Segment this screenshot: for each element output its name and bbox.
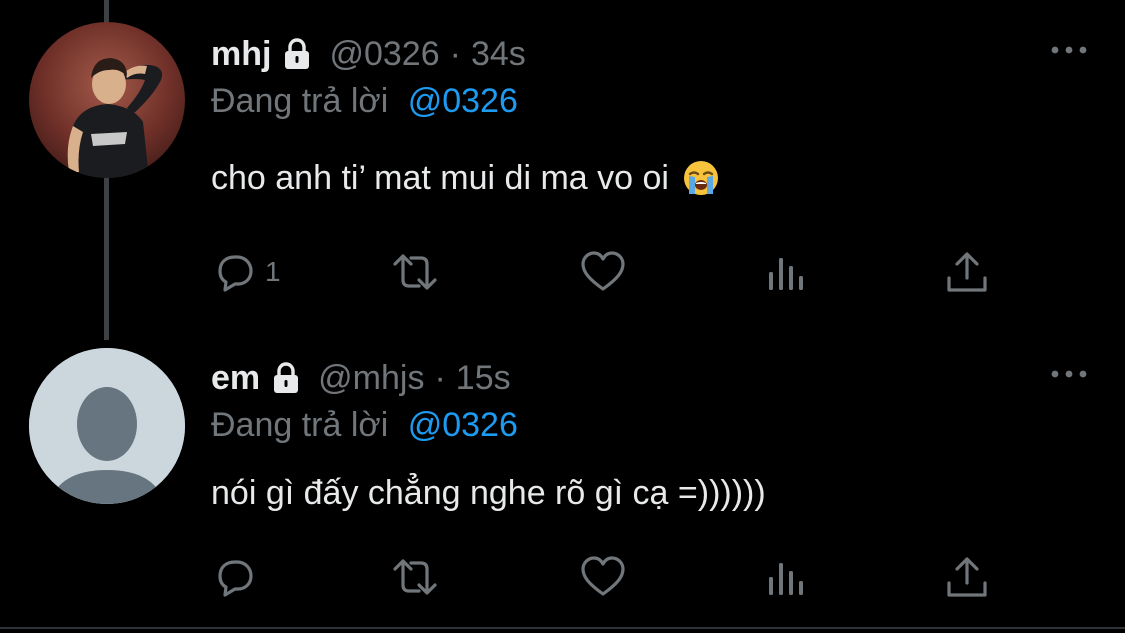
tweet-header: em @mhjs · 15s: [211, 354, 511, 402]
analytics-button[interactable]: [761, 246, 809, 298]
heart-icon: [581, 251, 625, 291]
lock-icon: [279, 36, 315, 72]
share-icon: [947, 557, 987, 597]
reply-icon: [218, 255, 253, 292]
default-avatar-icon: [29, 348, 185, 504]
share-button[interactable]: [943, 246, 991, 298]
loudly-crying-face-icon: [681, 158, 721, 198]
tweet[interactable]: em @mhjs · 15s Đang trả lời @0326 nói gì…: [0, 330, 1125, 625]
reply-button[interactable]: 1: [211, 246, 281, 298]
reply-mention-link[interactable]: @0326: [408, 406, 518, 444]
share-icon: [947, 252, 987, 292]
avatar[interactable]: [29, 348, 185, 504]
tweet-actions: 1: [211, 246, 1011, 298]
avatar[interactable]: [29, 22, 185, 178]
share-button[interactable]: [943, 551, 991, 603]
analytics-button[interactable]: [761, 551, 809, 603]
like-button[interactable]: [579, 551, 627, 603]
replying-to-label: Đang trả lời: [211, 82, 389, 120]
user-handle[interactable]: @0326: [329, 35, 439, 74]
retweet-icon: [393, 254, 437, 290]
tweet-actions: [211, 551, 1011, 603]
retweet-icon: [393, 559, 437, 595]
tweet-header: mhj @0326 · 34s: [211, 30, 526, 78]
replying-to-label: Đang trả lời: [211, 406, 389, 444]
retweet-button[interactable]: [391, 551, 439, 603]
tweet-body: cho anh ti’ mat mui di ma vo oi: [211, 158, 669, 197]
analytics-icon: [769, 258, 803, 290]
tweet-body: nói gì đấy chẳng nghe rõ gì cạ =)))))): [211, 474, 766, 512]
display-name[interactable]: mhj: [211, 35, 271, 74]
lock-icon: [268, 360, 304, 396]
more-options-icon[interactable]: [1049, 40, 1089, 60]
tweet-text: nói gì đấy chẳng nghe rõ gì cạ =)))))): [211, 474, 766, 513]
tweet-text: cho anh ti’ mat mui di ma vo oi: [211, 158, 721, 198]
analytics-icon: [769, 563, 803, 595]
timestamp[interactable]: 34s: [471, 35, 526, 74]
reply-button[interactable]: [211, 551, 265, 603]
reply-mention-link[interactable]: @0326: [408, 82, 518, 120]
replying-to-line: Đang trả lời @0326: [211, 406, 518, 445]
reply-count: 1: [265, 256, 281, 287]
separator-dot: ·: [434, 358, 446, 397]
timestamp[interactable]: 15s: [456, 359, 511, 398]
user-handle[interactable]: @mhjs: [318, 359, 424, 398]
separator-dot: ·: [449, 34, 461, 73]
like-button[interactable]: [579, 246, 627, 298]
avatar-photo: [29, 22, 185, 178]
replying-to-line: Đang trả lời @0326: [211, 82, 518, 121]
tweet[interactable]: mhj @0326 · 34s Đang trả lời @0326 cho a…: [0, 0, 1125, 330]
reply-icon: [218, 560, 253, 597]
retweet-button[interactable]: [391, 246, 439, 298]
bottom-divider: [0, 627, 1125, 629]
heart-icon: [581, 556, 625, 596]
more-options-icon[interactable]: [1049, 364, 1089, 384]
display-name[interactable]: em: [211, 359, 260, 398]
